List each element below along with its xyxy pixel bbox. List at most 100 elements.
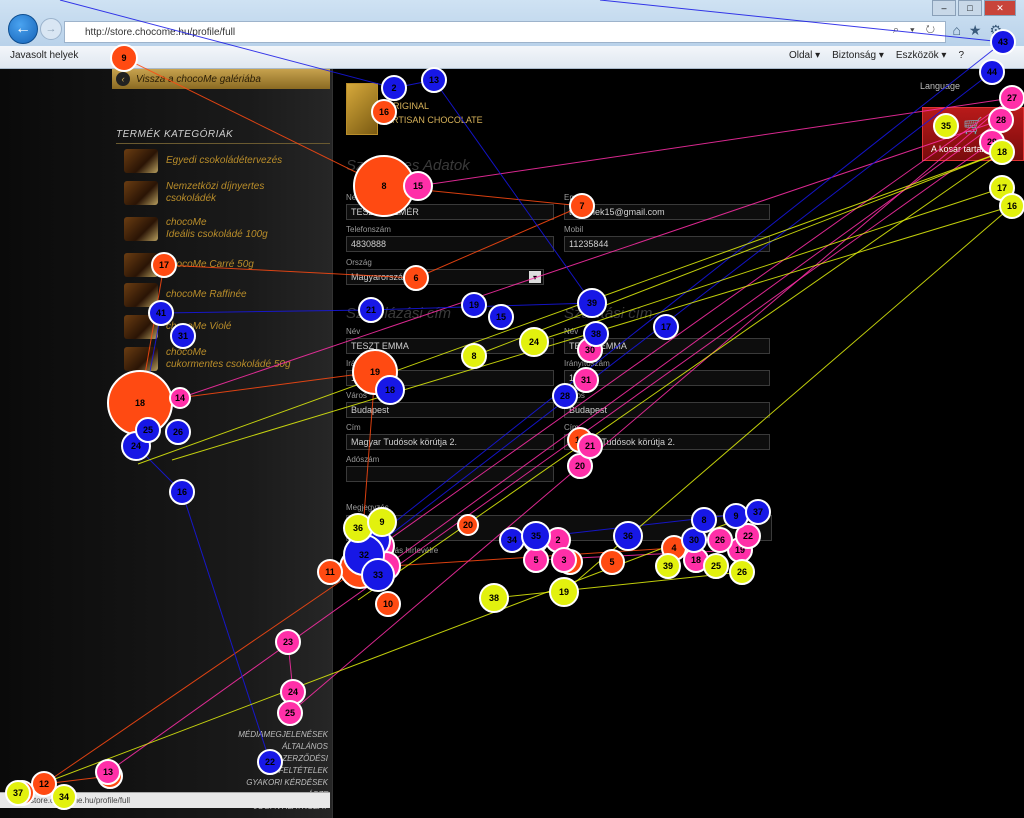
gaze-fixation-number: 31	[581, 375, 591, 385]
gaze-fixation-number: 8	[701, 515, 706, 525]
gaze-fixation-number: 39	[587, 298, 597, 308]
gaze-fixation-number: 44	[987, 67, 997, 77]
gaze-fixation: 16	[169, 479, 195, 505]
gaze-fixation: 16	[371, 99, 397, 125]
gaze-fixation: 26	[165, 419, 191, 445]
gaze-fixation: 35	[933, 113, 959, 139]
gaze-fixation-number: 24	[131, 441, 141, 451]
gaze-fixation-number: 7	[579, 201, 584, 211]
gaze-fixation: 37	[745, 499, 771, 525]
gaze-fixation-number: 2	[555, 535, 560, 545]
gaze-fixation: 17	[653, 314, 679, 340]
gaze-fixation: 41	[148, 300, 174, 326]
gaze-fixation-number: 38	[489, 593, 499, 603]
gaze-fixation-number: 27	[1007, 93, 1017, 103]
gaze-saccade-line	[417, 97, 1013, 187]
gaze-fixation-number: 10	[383, 599, 393, 609]
gaze-fixation-number: 26	[173, 427, 183, 437]
gaze-saccade-line	[533, 187, 1003, 343]
browser-window: – □ ✕ ← → http://store.chocome.hu/profil…	[0, 0, 1024, 818]
gaze-fixation: 21	[577, 433, 603, 459]
gaze-fixation: 33	[361, 558, 395, 592]
gaze-fixation: 11	[317, 559, 343, 585]
gaze-fixation: 5	[599, 549, 625, 575]
gaze-fixation-number: 17	[159, 260, 169, 270]
gaze-fixation: 5	[523, 547, 549, 573]
gaze-fixation: 8	[461, 343, 487, 369]
gaze-fixation-number: 39	[663, 561, 673, 571]
gaze-fixation-number: 15	[496, 312, 506, 322]
gaze-fixation: 35	[521, 521, 551, 551]
gaze-fixation-number: 35	[941, 121, 951, 131]
gaze-fixation-number: 18	[997, 147, 1007, 157]
gaze-fixation-number: 19	[559, 587, 569, 597]
gaze-fixation-number: 12	[39, 779, 49, 789]
gaze-fixation: 36	[613, 521, 643, 551]
gaze-saccade-line	[363, 71, 993, 556]
gaze-fixation: 37	[5, 780, 31, 806]
gaze-fixation-number: 9	[379, 517, 384, 527]
gaze-fixation: 7	[569, 193, 595, 219]
gaze-fixation: 38	[583, 321, 609, 347]
gaze-fixation-number: 36	[353, 523, 363, 533]
gaze-fixation-number: 13	[429, 75, 439, 85]
gaze-fixation-number: 28	[996, 115, 1006, 125]
gaze-fixation-number: 3	[561, 555, 566, 565]
gaze-fixation-number: 14	[175, 393, 185, 403]
gaze-fixation-number: 30	[689, 535, 699, 545]
gaze-fixation: 25	[135, 417, 161, 443]
gaze-fixation-number: 35	[531, 531, 541, 541]
gaze-fixation-number: 34	[507, 535, 517, 545]
gaze-fixation: 23	[275, 629, 301, 655]
gaze-fixation-number: 22	[743, 531, 753, 541]
gaze-fixation: 16	[999, 193, 1024, 219]
gaze-fixation: 28	[552, 383, 578, 409]
gaze-fixation: 14	[169, 387, 191, 409]
gaze-fixation: 15	[488, 304, 514, 330]
gaze-saccade-line	[473, 151, 1003, 357]
gaze-fixation: 9	[723, 503, 749, 529]
gaze-fixation: 44	[979, 59, 1005, 85]
gaze-fixation-number: 38	[591, 329, 601, 339]
gaze-fixation-number: 15	[413, 181, 423, 191]
gaze-fixation: 28	[988, 107, 1014, 133]
gaze-fixation: 43	[990, 29, 1016, 55]
gaze-fixation-number: 8	[381, 181, 386, 191]
gaze-fixation-number: 9	[733, 511, 738, 521]
gaze-plot-overlay: 9168761718191234510111213141520141523242…	[5, 0, 1024, 810]
gaze-saccade-line	[163, 264, 417, 279]
gaze-fixation: 13	[95, 759, 121, 785]
gaze-saccade-line	[107, 141, 993, 773]
gaze-saccade-line	[137, 151, 1003, 465]
gaze-fixation-number: 33	[373, 570, 383, 580]
gaze-saccade-line	[357, 151, 1003, 601]
gaze-fixation-number: 19	[370, 367, 380, 377]
gaze-fixation-number: 31	[178, 331, 188, 341]
gaze-fixation: 2	[381, 75, 407, 101]
gaze-fixation: 21	[358, 297, 384, 323]
gaze-fixation-number: 16	[1007, 201, 1017, 211]
gaze-fixation: 26	[707, 527, 733, 553]
gaze-fixation: 17	[151, 252, 177, 278]
gaze-fixation-number: 41	[156, 308, 166, 318]
gaze-fixation-number: 25	[143, 425, 153, 435]
gaze-fixation: 10	[375, 591, 401, 617]
gaze-fixation-number: 37	[753, 507, 763, 517]
gaze-fixation-number: 25	[285, 708, 295, 718]
gaze-fixation: 6	[403, 265, 429, 291]
gaze-saccade-line	[493, 571, 743, 599]
gaze-fixation-number: 20	[463, 520, 473, 530]
gaze-fixation-number: 16	[177, 487, 187, 497]
gaze-fixation-number: 21	[585, 441, 595, 451]
gaze-fixation: 9	[110, 44, 138, 72]
gaze-fixation: 8	[691, 507, 717, 533]
gaze-fixation: 25	[703, 553, 729, 579]
gaze-fixation-number: 16	[379, 107, 389, 117]
gaze-fixation-number: 8	[471, 351, 476, 361]
gaze-fixation-number: 18	[385, 385, 395, 395]
gaze-saccade-line	[599, 0, 1004, 43]
gaze-fixation-number: 20	[575, 461, 585, 471]
gaze-fixation-number: 19	[469, 300, 479, 310]
gaze-fixation-number: 21	[366, 305, 376, 315]
gaze-fixation-number: 17	[661, 322, 671, 332]
